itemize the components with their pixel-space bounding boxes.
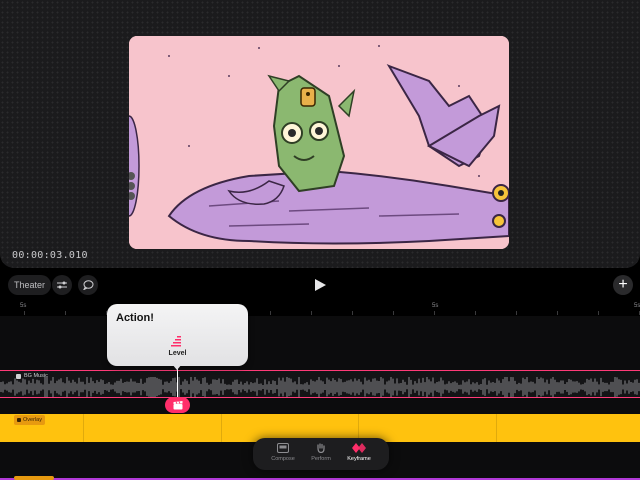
comment-button[interactable] bbox=[78, 275, 98, 295]
playhead-handle[interactable] bbox=[165, 397, 190, 413]
mode-perform-label: Perform bbox=[311, 456, 331, 462]
overlay-segment-divider bbox=[83, 414, 84, 442]
ruler-tick bbox=[434, 311, 435, 315]
ruler-tick bbox=[24, 311, 25, 315]
popover-title: Action! bbox=[116, 312, 154, 324]
music-track[interactable]: BG Music bbox=[0, 370, 640, 398]
ruler-tick bbox=[270, 311, 271, 315]
sliders-button[interactable] bbox=[52, 275, 72, 295]
overlay-segment-divider bbox=[221, 414, 222, 442]
cartoon-illustration bbox=[129, 36, 509, 249]
overlay-track-label[interactable]: Overlay bbox=[14, 415, 45, 425]
audio-waveform bbox=[0, 377, 640, 397]
mode-keyframe-label: Keyframe bbox=[347, 456, 371, 462]
timecode: 00:00:03.010 bbox=[12, 250, 88, 261]
ruler-tick bbox=[65, 311, 66, 315]
video-preview[interactable] bbox=[129, 36, 509, 249]
overlay-segment-divider bbox=[496, 414, 497, 442]
ruler-tick bbox=[393, 311, 394, 315]
ruler-label: 5s bbox=[432, 303, 439, 309]
play-icon bbox=[315, 279, 326, 291]
ruler-label: 5s bbox=[634, 303, 640, 309]
mode-keyframe[interactable]: Keyframe bbox=[339, 443, 379, 462]
mode-bar: Compose Perform Keyframe bbox=[253, 438, 389, 470]
preview-area: 00:00:03.010 bbox=[0, 0, 640, 268]
level-meter-icon[interactable] bbox=[171, 336, 183, 347]
ruler-tick bbox=[352, 311, 353, 315]
ruler-tick bbox=[475, 311, 476, 315]
sliders-icon bbox=[57, 281, 67, 289]
popover-arrow bbox=[172, 364, 182, 370]
play-button[interactable] bbox=[313, 278, 327, 292]
toolbar: Theater + bbox=[0, 272, 640, 298]
keyframe-icon bbox=[352, 443, 366, 453]
overlay-track-name: Overlay bbox=[23, 417, 42, 423]
ruler-tick bbox=[311, 311, 312, 315]
compose-icon bbox=[277, 443, 289, 453]
clapperboard-icon bbox=[173, 400, 182, 409]
level-label[interactable]: Level bbox=[107, 350, 248, 357]
plus-icon: + bbox=[618, 276, 628, 293]
mode-compose-label: Compose bbox=[271, 456, 295, 462]
mode-compose[interactable]: Compose bbox=[263, 443, 303, 462]
next-track-label[interactable] bbox=[14, 476, 54, 480]
ruler-tick bbox=[516, 311, 517, 315]
hand-icon bbox=[317, 443, 325, 453]
checkbox-icon[interactable] bbox=[17, 418, 21, 422]
ruler-tick bbox=[598, 311, 599, 315]
speech-bubble-icon bbox=[82, 280, 93, 290]
theater-button[interactable]: Theater bbox=[8, 275, 52, 295]
mode-perform[interactable]: Perform bbox=[301, 443, 341, 462]
timeline-ruler[interactable]: 5s 5s 5s bbox=[0, 302, 640, 316]
add-button[interactable]: + bbox=[613, 275, 633, 295]
ruler-label: 5s bbox=[20, 303, 27, 309]
ruler-tick bbox=[557, 311, 558, 315]
